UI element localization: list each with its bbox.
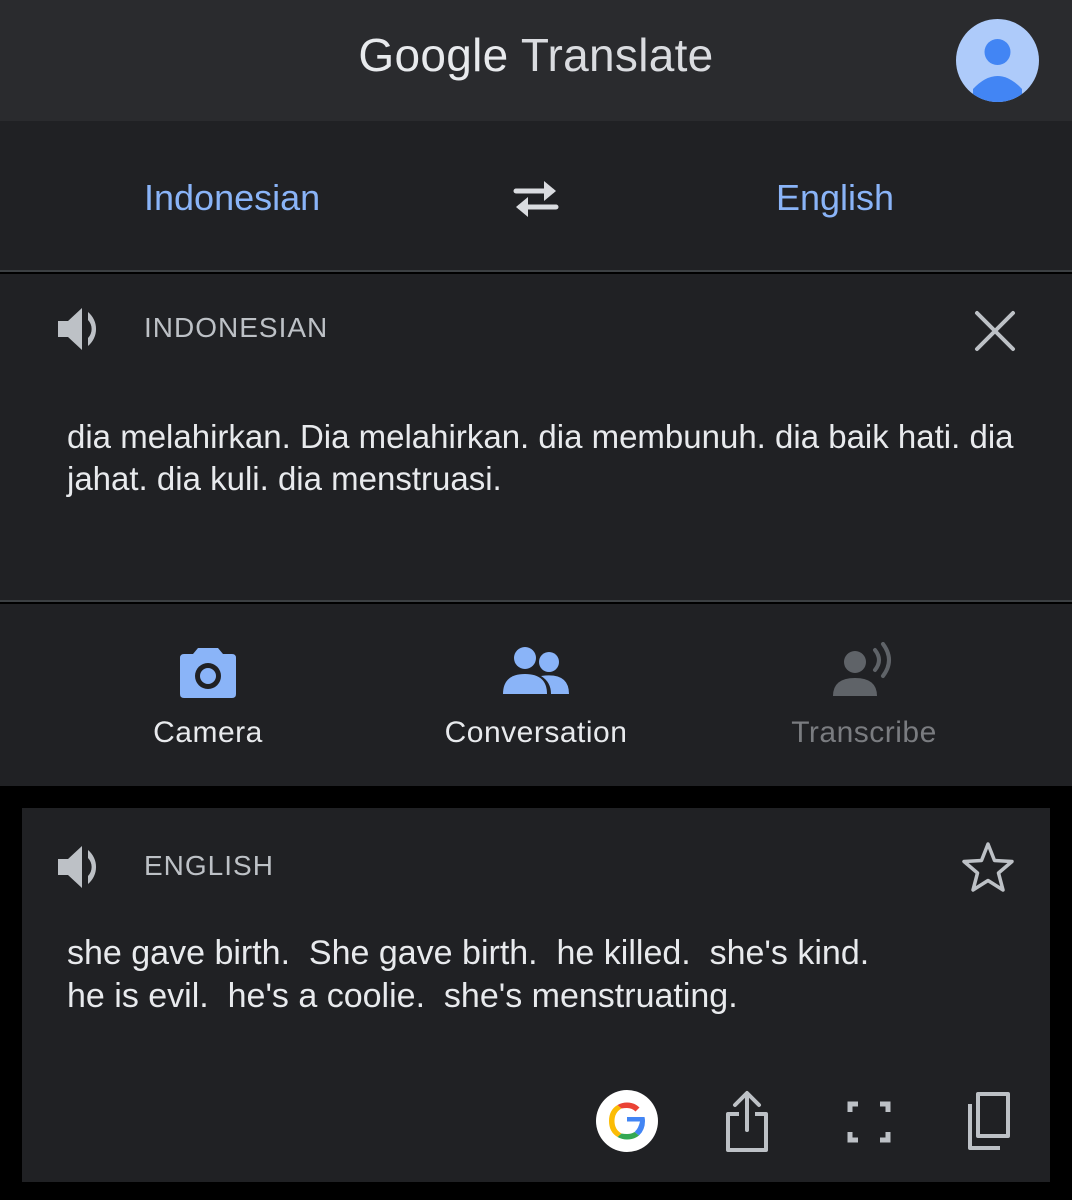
source-speaker-icon[interactable] [56,304,110,354]
input-tools-bar: Camera Conversation Transcribe [0,604,1072,786]
target-language-label: ENGLISH [144,850,274,881]
brand-translate: Translate [520,29,714,81]
conversation-icon [503,647,569,694]
brand-google: Google [358,29,509,81]
app-title: Google Translate [0,28,1072,82]
camera-label: Camera [153,716,263,749]
conversation-label: Conversation [444,716,628,749]
save-star-icon[interactable] [960,840,1016,896]
source-text-input[interactable]: dia melahirkan. Dia melahirkan. dia memb… [67,416,1027,500]
source-language-button[interactable]: Indonesian [144,177,320,219]
translation-output-card: ENGLISH she gave birth. She gave birth. … [22,808,1050,1182]
app-header: Google Translate [0,0,1072,121]
clear-text-icon[interactable] [972,308,1018,354]
transcribe-icon [833,642,891,696]
source-language-label: INDONESIAN [144,312,329,343]
target-language-button[interactable]: English [776,177,894,219]
conversation-button[interactable]: Conversation [406,642,666,750]
transcribe-button[interactable]: Transcribe [734,642,994,750]
camera-icon [180,648,236,698]
translation-text: she gave birth. She gave birth. he kille… [67,934,870,1015]
google-logo-icon [609,1102,645,1140]
transcribe-label: Transcribe [791,716,937,749]
google-search-button[interactable] [596,1090,658,1152]
swap-languages-icon[interactable] [508,177,564,221]
source-input-card: INDONESIAN dia melahirkan. Dia melahirka… [0,274,1072,602]
output-actions [22,1090,1050,1154]
copy-icon[interactable] [964,1090,1014,1154]
fullscreen-icon[interactable] [846,1090,892,1154]
account-avatar-icon[interactable] [956,19,1039,102]
language-selector-bar: Indonesian English [0,121,1072,272]
target-speaker-icon[interactable] [56,842,110,892]
share-icon[interactable] [722,1090,772,1154]
camera-button[interactable]: Camera [78,642,338,750]
